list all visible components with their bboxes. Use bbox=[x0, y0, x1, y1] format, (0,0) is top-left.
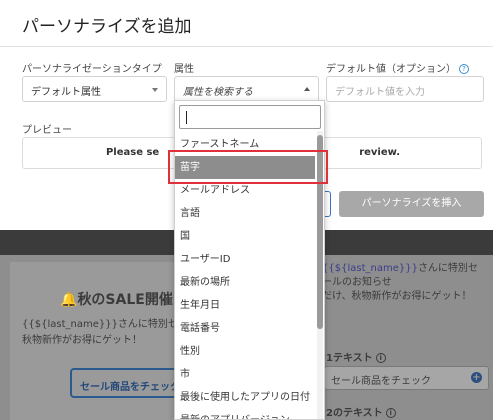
modal-divider bbox=[0, 46, 493, 47]
option-gender[interactable]: 性別 bbox=[175, 340, 315, 363]
option-latest-app-version[interactable]: 最新のアプリバージョン bbox=[175, 409, 315, 419]
help-icon[interactable]: ? bbox=[459, 64, 469, 74]
text-cursor bbox=[186, 111, 187, 124]
personalization-type-select[interactable]: デフォルト属性 bbox=[22, 76, 167, 102]
attribute-select-placeholder: 属性を検索する bbox=[183, 87, 253, 98]
plus-icon: + bbox=[471, 372, 482, 383]
preview-text-left: Please se bbox=[105, 147, 160, 158]
background-preview-text: {{${last_name}}}さんに特別セールのお知らせ だけ、秋物新作がお得… bbox=[322, 262, 487, 304]
sale-check-button: セール商品をチェック bbox=[70, 368, 190, 398]
option-birthday[interactable]: 生年月日 bbox=[175, 294, 315, 317]
default-value-label-text: デフォルト値（オプション） bbox=[326, 64, 456, 75]
preview-text-right: review. bbox=[359, 147, 401, 158]
option-language[interactable]: 言語 bbox=[175, 202, 315, 225]
preview-label: プレビュー bbox=[22, 125, 72, 136]
button2-text-label: ン2のテキスト i bbox=[316, 404, 396, 419]
attribute-search-input[interactable] bbox=[179, 105, 321, 129]
button1-text-input: セール商品をチェック + bbox=[324, 366, 489, 390]
sale-title: 🔔秋のSALE開催中 bbox=[60, 289, 187, 309]
button2-text-label-text: ン2のテキスト bbox=[316, 408, 383, 419]
option-user-id[interactable]: ユーザーID bbox=[175, 248, 315, 271]
bell-icon: 🔔 bbox=[60, 292, 78, 308]
button1-text-value: セール商品をチェック bbox=[331, 376, 431, 387]
attribute-dropdown: ファーストネーム 苗字 メールアドレス 言語 国 ユーザーID 最新の場所 生年… bbox=[174, 100, 325, 420]
option-last-app-use-date[interactable]: 最後に使用したアプリの日付 bbox=[175, 386, 315, 409]
attribute-select[interactable]: 属性を検索する bbox=[174, 76, 319, 102]
button1-text-label: ン1テキスト i bbox=[316, 349, 386, 364]
last-name-variable: {{${last_name}}} bbox=[322, 263, 418, 274]
attribute-label: 属性 bbox=[174, 64, 194, 75]
preview-line2-text: だけ、秋物新作がお得にゲット！ bbox=[322, 291, 472, 302]
caret-up-icon bbox=[304, 87, 310, 91]
insert-personalization-button[interactable]: パーソナライズを挿入 bbox=[339, 191, 484, 217]
option-latest-location[interactable]: 最新の場所 bbox=[175, 271, 315, 294]
modal-title: パーソナライズを追加 bbox=[22, 17, 192, 37]
type-select-value: デフォルト属性 bbox=[31, 87, 101, 98]
option-country[interactable]: 国 bbox=[175, 225, 315, 248]
option-city[interactable]: 市 bbox=[175, 363, 315, 386]
caret-down-icon bbox=[152, 88, 158, 92]
info-icon: i bbox=[385, 408, 396, 418]
sale-title-text: 秋のSALE開催中 bbox=[77, 292, 187, 308]
default-value-input[interactable]: デフォルト値を入力 bbox=[326, 76, 484, 102]
info-icon: i bbox=[375, 353, 386, 363]
highlight-annotation bbox=[168, 150, 328, 184]
type-label: パーソナライゼーションタイプ bbox=[22, 64, 162, 75]
default-value-label: デフォルト値（オプション）? bbox=[326, 60, 469, 75]
option-phone[interactable]: 電話番号 bbox=[175, 317, 315, 340]
